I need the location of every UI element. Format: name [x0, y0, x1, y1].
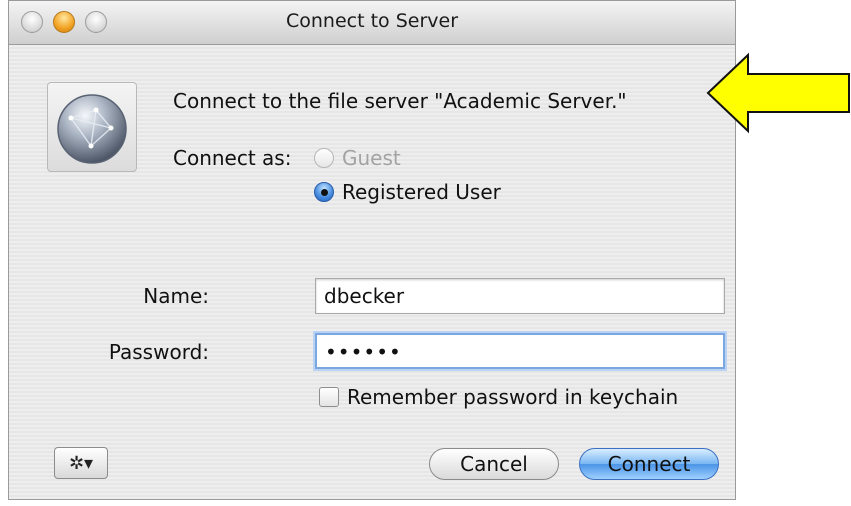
connect-to-server-dialog: Connect to Server Connect to the file se… — [8, 0, 736, 500]
password-label: Password: — [108, 340, 209, 364]
registered-user-radio[interactable] — [314, 182, 334, 202]
dialog-content: Connect to the file server "Academic Ser… — [9, 45, 735, 499]
name-field[interactable]: dbecker — [315, 278, 725, 314]
window-title: Connect to Server — [285, 10, 459, 32]
remember-password-option[interactable]: Remember password in keychain — [319, 385, 678, 409]
remember-password-checkbox[interactable] — [319, 387, 339, 407]
registered-user-radio-option[interactable]: Registered User — [314, 180, 501, 204]
password-field[interactable]: •••••• — [315, 333, 725, 369]
network-server-icon — [47, 82, 137, 172]
guest-radio-option[interactable]: Guest — [314, 146, 401, 170]
connect-button[interactable]: Connect — [579, 448, 719, 480]
action-menu-button[interactable]: ✲▾ — [54, 447, 108, 479]
server-message: Connect to the file server "Academic Ser… — [173, 89, 627, 113]
cancel-button[interactable]: Cancel — [429, 448, 559, 480]
guest-label: Guest — [342, 146, 401, 170]
connect-as-label: Connect as: — [173, 146, 292, 170]
yellow-pointer-arrow-icon — [706, 52, 850, 134]
title-bar: Connect to Server — [9, 1, 735, 45]
name-label: Name: — [143, 284, 209, 308]
registered-user-label: Registered User — [342, 180, 501, 204]
gear-icon: ✲▾ — [68, 452, 94, 474]
remember-password-label: Remember password in keychain — [347, 385, 679, 409]
guest-radio[interactable] — [314, 148, 334, 168]
